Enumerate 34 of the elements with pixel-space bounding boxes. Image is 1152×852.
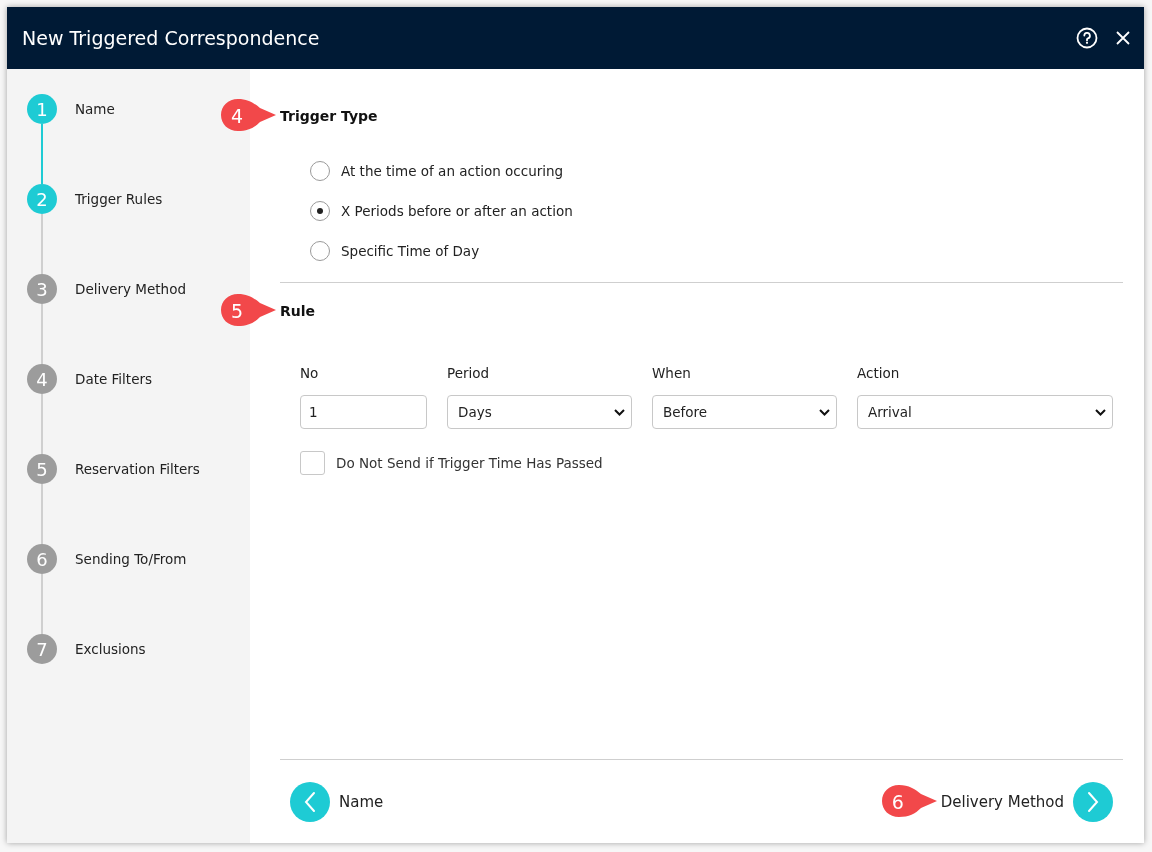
section-heading: Trigger Type (280, 108, 378, 124)
chevron-left-icon (304, 790, 316, 813)
select-field[interactable]: Arrival (857, 395, 1113, 429)
caret-icon (614, 408, 625, 416)
window-title: New Triggered Correspondence (22, 27, 321, 49)
number-input[interactable]: 1 (300, 395, 427, 429)
caret-icon (819, 408, 830, 416)
select-field[interactable]: Before (652, 395, 837, 429)
field-label: When (652, 365, 692, 381)
step-label[interactable]: Delivery Method (75, 281, 186, 297)
radio-label[interactable]: At the time of an action occuring (341, 163, 564, 179)
step-label[interactable]: Exclusions (75, 641, 146, 657)
close-icon (1116, 31, 1130, 45)
step-label[interactable]: Sending To/From (75, 551, 187, 567)
select-field[interactable]: Days (447, 395, 632, 429)
close-button[interactable] (1116, 31, 1130, 45)
checkbox[interactable] (300, 451, 325, 475)
step-label[interactable]: Date Filters (75, 371, 153, 387)
chevron-right-icon (1087, 790, 1099, 813)
step-label[interactable]: Name (75, 101, 115, 117)
help-icon (1076, 27, 1098, 49)
back-button[interactable]: Name (290, 781, 384, 822)
next-button[interactable]: Delivery Method (940, 781, 1113, 822)
field-label: No (300, 365, 320, 381)
step-label[interactable]: Reservation Filters (75, 461, 200, 477)
field-label: Period (447, 365, 491, 381)
field-label: Action (857, 365, 901, 381)
radio-label[interactable]: X Periods before or after an action (341, 203, 573, 219)
caret-icon (1095, 408, 1106, 416)
radio-label[interactable]: Specific Time of Day (341, 243, 480, 259)
section-heading: Rule (280, 303, 316, 319)
help-button[interactable] (1076, 27, 1098, 49)
step-label[interactable]: Trigger Rules (75, 191, 163, 207)
checkbox-label[interactable]: Do Not Send if Trigger Time Has Passed (336, 455, 603, 471)
